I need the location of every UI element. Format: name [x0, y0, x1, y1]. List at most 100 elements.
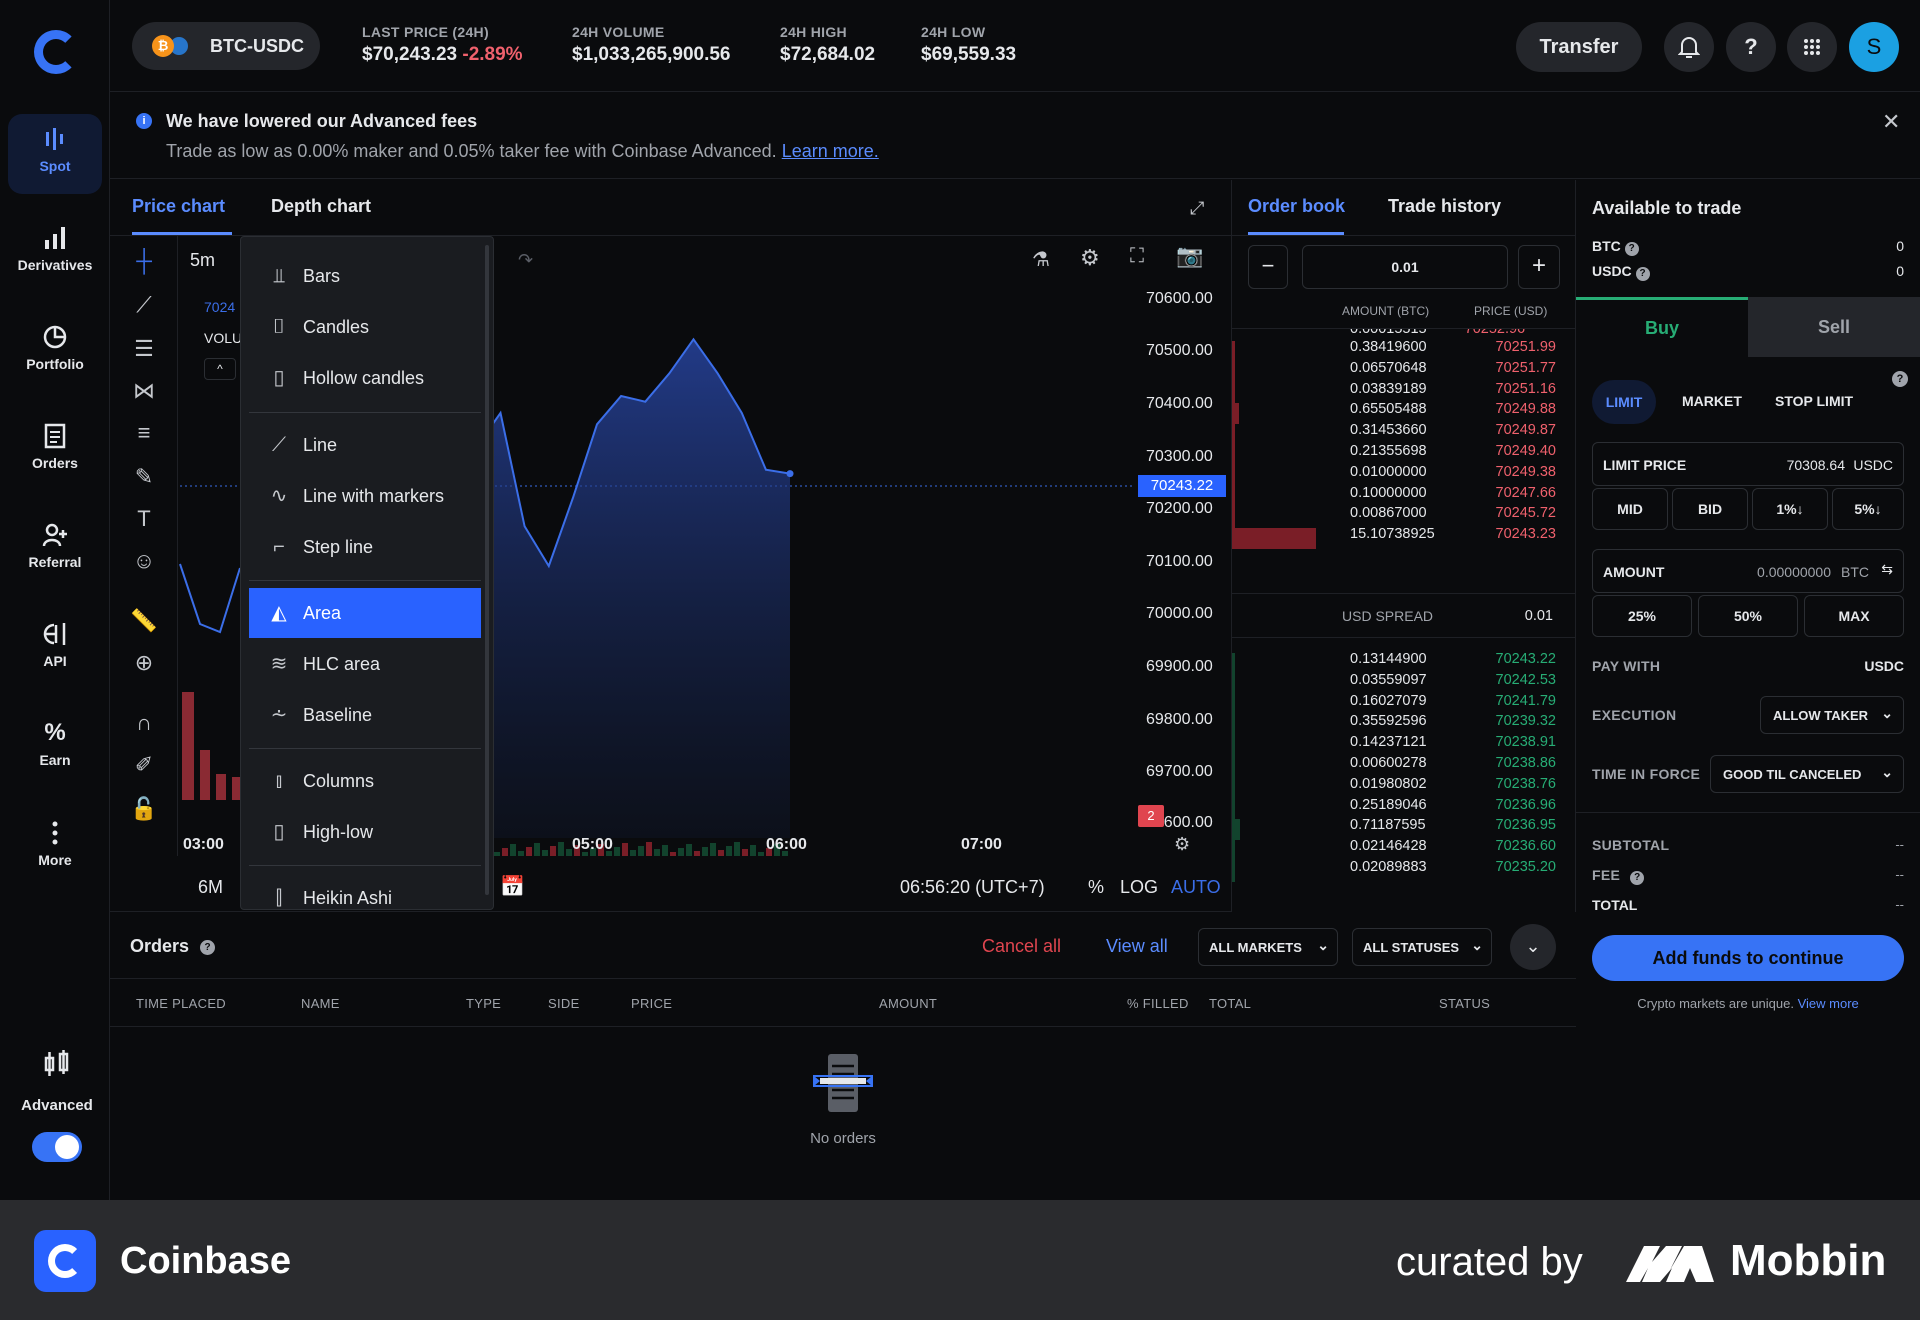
sidebar-item-spot[interactable]: Spot	[8, 114, 102, 194]
advanced-toggle[interactable]	[32, 1132, 82, 1162]
help-icon[interactable]: ?	[1630, 871, 1645, 885]
range-selector[interactable]: 6M	[198, 877, 223, 898]
x-tick: 03:00	[183, 836, 224, 853]
view-more-link[interactable]: View more	[1798, 996, 1859, 1011]
amount-value[interactable]: 0.00000000	[1757, 564, 1831, 580]
volume-bar	[654, 849, 660, 856]
sidebar-item-portfolio[interactable]: Portfolio	[8, 312, 102, 392]
row-amount: 0.25189046	[1350, 796, 1427, 813]
chart-type-hlc-area[interactable]: ≋ HLC area	[249, 639, 481, 689]
calendar-icon[interactable]: 📅	[500, 874, 525, 899]
limit-chip-mid[interactable]: MID	[1592, 488, 1668, 530]
amount-chip-25[interactable]: 25%	[1592, 595, 1692, 637]
chart-type-area[interactable]: ◭ Area	[249, 588, 481, 638]
row-price: 70251.77	[1495, 359, 1556, 376]
depth-bar	[1232, 861, 1235, 882]
time-readout[interactable]: 06:56:20 (UTC+7)	[900, 877, 1045, 898]
amount-field[interactable]: AMOUNT 0.00000000 BTC ⇆	[1592, 549, 1904, 593]
percent-toggle[interactable]: %	[1088, 877, 1104, 898]
cancel-all-button[interactable]: Cancel all	[982, 936, 1061, 957]
sell-tab[interactable]: Sell	[1748, 297, 1920, 357]
sidebar-item-orders[interactable]: Orders	[8, 411, 102, 491]
col-type[interactable]: TYPE	[466, 996, 501, 1011]
limit-price-field[interactable]: LIMIT PRICE 70308.64 USDC	[1592, 442, 1904, 486]
execution-select[interactable]: ALLOW TAKER ⌄	[1760, 696, 1904, 734]
chart-type-columns[interactable]: ⫾ Columns	[249, 756, 481, 806]
help-button[interactable]: ?	[1726, 22, 1776, 72]
sidebar-item-derivatives[interactable]: Derivatives	[8, 213, 102, 293]
view-all-button[interactable]: View all	[1106, 936, 1168, 957]
chart-type-hollow-candles[interactable]: ▯ Hollow candles	[249, 353, 481, 403]
col-side[interactable]: SIDE	[548, 996, 580, 1011]
limit-chip-bid[interactable]: BID	[1672, 488, 1748, 530]
help-icon[interactable]: ?	[200, 939, 216, 955]
limit-price-value[interactable]: 70308.64	[1787, 457, 1845, 473]
increase-increment-button[interactable]: +	[1518, 245, 1560, 289]
chart-type-candles[interactable]: ⌷ Candles	[249, 302, 481, 352]
limit-chip-5pct[interactable]: 5%↓	[1832, 488, 1904, 530]
pay-with-value[interactable]: USDC	[1864, 658, 1904, 674]
hollow-candles-icon: ▯	[273, 367, 285, 389]
event-badge[interactable]: 2	[1138, 805, 1164, 827]
buy-tab[interactable]: Buy	[1576, 297, 1748, 357]
avatar[interactable]: S	[1849, 22, 1899, 72]
sidebar-item-earn[interactable]: % Earn	[8, 708, 102, 788]
auto-toggle[interactable]: AUTO	[1171, 877, 1221, 898]
pair-selector[interactable]: ₿ BTC-USDC	[132, 22, 320, 70]
chart-type-line[interactable]: ⟋ Line	[249, 420, 481, 470]
col-amount[interactable]: AMOUNT	[879, 996, 937, 1011]
add-funds-button[interactable]: Add funds to continue	[1592, 935, 1904, 981]
apps-button[interactable]	[1787, 22, 1837, 72]
decrease-increment-button[interactable]: −	[1248, 245, 1288, 289]
status-filter[interactable]: ALL STATUSES ⌄	[1352, 928, 1492, 966]
col-time-placed[interactable]: TIME PLACED	[136, 996, 226, 1011]
volume-bar	[758, 852, 764, 856]
order-type-limit[interactable]: LIMIT	[1592, 380, 1656, 424]
amount-chip-50[interactable]: 50%	[1698, 595, 1798, 637]
time-settings-icon[interactable]: ⚙	[1174, 834, 1190, 855]
close-icon[interactable]: ✕	[1882, 109, 1900, 135]
dropdown-scrollbar[interactable]	[485, 245, 489, 895]
help-icon[interactable]: ?	[1635, 267, 1650, 281]
markets-filter[interactable]: ALL MARKETS ⌄	[1198, 928, 1338, 966]
help-icon[interactable]: ?	[1892, 371, 1908, 387]
sidebar-item-referral[interactable]: Referral	[8, 510, 102, 590]
order-type-market[interactable]: MARKET	[1682, 393, 1742, 409]
sidebar-item-more[interactable]: More	[8, 808, 102, 888]
volume-bar	[638, 846, 644, 856]
chart-type-baseline[interactable]: ⩪ Baseline	[249, 690, 481, 740]
ask-row[interactable]: 15.10738925 70243.23	[1232, 526, 1576, 551]
increment-value[interactable]: 0.01	[1302, 245, 1508, 289]
learn-more-link[interactable]: Learn more.	[782, 141, 879, 161]
col-total[interactable]: TOTAL	[1209, 996, 1251, 1011]
col-filled[interactable]: % FILLED	[1127, 996, 1189, 1011]
volume-bar	[518, 851, 524, 856]
tif-select[interactable]: GOOD TIL CANCELED ⌄	[1710, 755, 1904, 793]
coinbase-logo-icon[interactable]	[34, 30, 78, 74]
order-type-stop-limit[interactable]: STOP LIMIT	[1775, 393, 1853, 409]
transfer-button[interactable]: Transfer	[1516, 22, 1642, 72]
col-name[interactable]: NAME	[301, 996, 340, 1011]
row-amount: 0.03559097	[1350, 671, 1427, 688]
tab-order-book[interactable]: Order book	[1248, 196, 1345, 217]
sidebar-item-api[interactable]: API	[8, 609, 102, 689]
chart-type-high-low[interactable]: ▯ High-low	[249, 807, 481, 857]
col-status[interactable]: STATUS	[1439, 996, 1490, 1011]
row-price: 70251.16	[1495, 380, 1556, 397]
chart-type-step-line[interactable]: ⌐ Step line	[249, 522, 481, 572]
chart-type-heikin-ashi[interactable]: ⫿ Heikin Ashi	[249, 873, 481, 909]
markets-note: Crypto markets are unique.	[1637, 996, 1794, 1011]
bid-row[interactable]: 0.02089883 70235.20	[1232, 859, 1576, 884]
amount-chip-max[interactable]: MAX	[1804, 595, 1904, 637]
tab-trade-history[interactable]: Trade history	[1388, 196, 1501, 217]
swap-icon[interactable]: ⇆	[1881, 561, 1893, 578]
chart-type-line-markers[interactable]: ∿ Line with markers	[249, 471, 481, 521]
chart-type-bars[interactable]: ⫫ Bars	[249, 251, 481, 301]
collapse-orders-button[interactable]: ⌄	[1510, 924, 1556, 970]
volume-bar	[526, 847, 532, 856]
notifications-button[interactable]	[1664, 22, 1714, 72]
help-icon[interactable]: ?	[1624, 242, 1639, 256]
limit-chip-1pct[interactable]: 1%↓	[1752, 488, 1828, 530]
log-toggle[interactable]: LOG	[1120, 877, 1158, 898]
col-price[interactable]: PRICE	[631, 996, 672, 1011]
